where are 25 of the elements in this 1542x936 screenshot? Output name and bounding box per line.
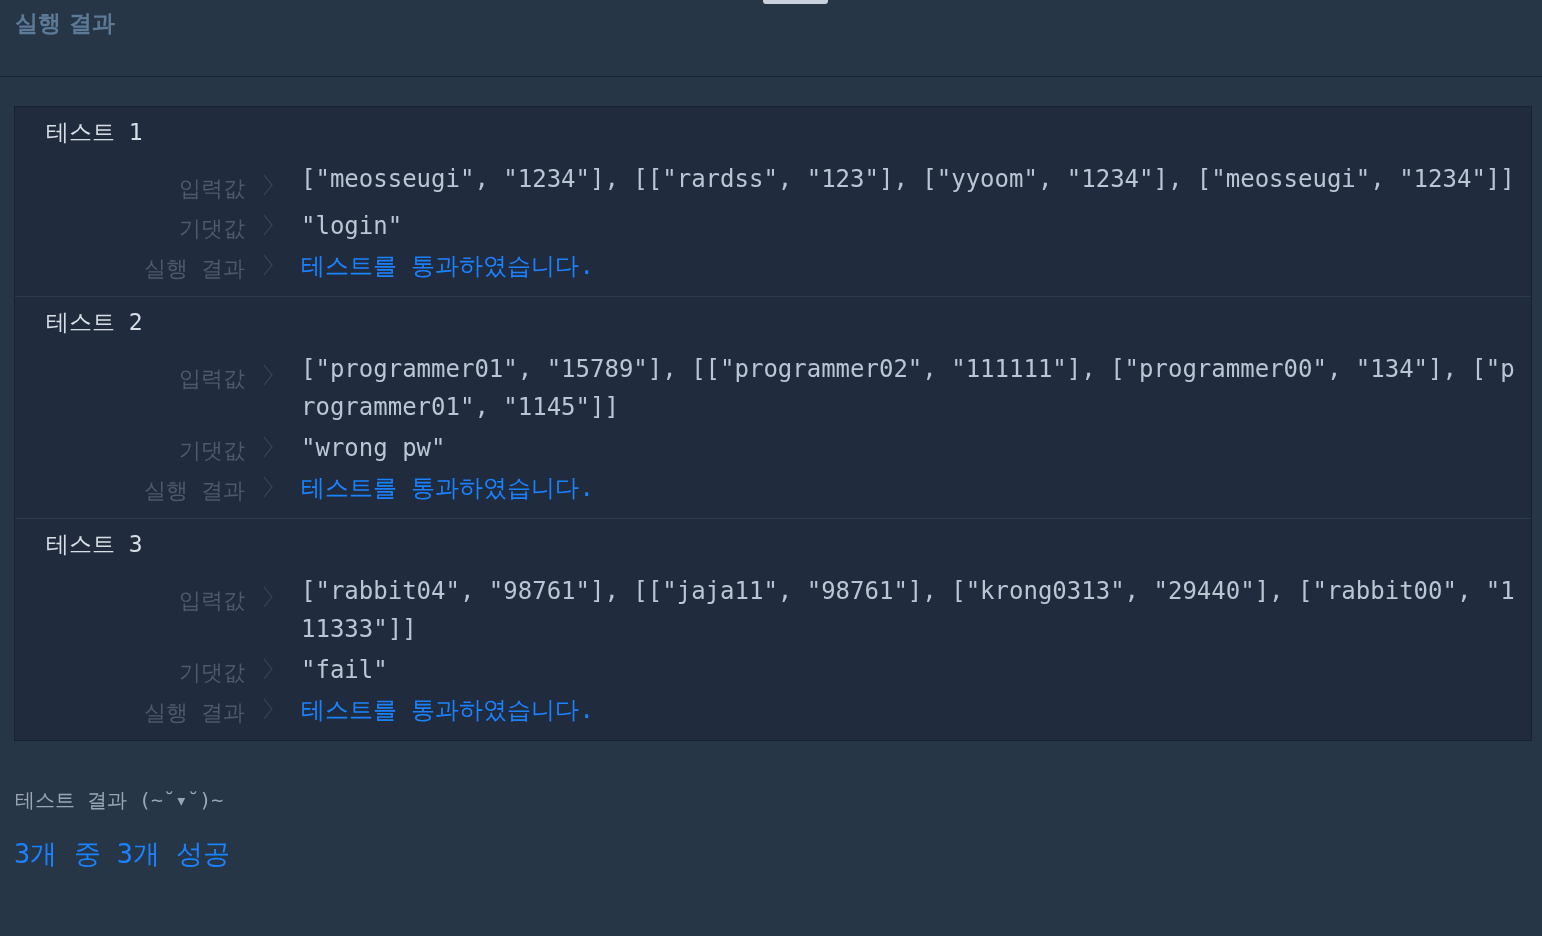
test-title: 테스트 1 [45,118,144,147]
expected-value: "fail" [301,656,389,684]
test-title: 테스트 2 [45,308,144,337]
input-value: ["meosseugi", "1234"], [["rardss", "123"], ["yyoom", "1234"], ["meosseugi", "1234"]] [301,164,1516,195]
chevron-icon [263,698,273,720]
result-message: 테스트를 통과하였습니다. [301,696,595,724]
summary-heading: 테스트 결과 (~˘▾˘)~ [15,787,225,814]
result-message: 테스트를 통과하였습니다. [301,252,595,280]
expected-value: "login" [301,212,404,240]
input-value: ["programmer01", "15789"], [["programmer02", "111111"], ["programmer00", "134"], ["programmer01", "1145"]] [301,354,1516,423]
expected-value: "wrong pw" [301,434,447,462]
input-value: ["rabbit04", "98761"], [["jaja11", "98761"], ["krong0313", "29440"], ["rabbit00", "111333"]] [301,576,1516,645]
chevron-icon [263,174,273,196]
chevron-icon [263,476,273,498]
chevron-icon [263,586,273,608]
chevron-icon [263,364,273,386]
test-title: 테스트 3 [45,530,144,559]
chevron-icon [263,254,273,276]
chevron-icon [263,658,273,680]
panel-title: 실행 결과 [15,10,115,36]
result-message: 테스트를 통과하였습니다. [301,474,595,502]
chevron-icon [263,214,273,236]
summary-result: 3개 중 3개 성공 [14,837,232,871]
chevron-icon [263,436,273,458]
resize-handle[interactable] [763,0,828,4]
